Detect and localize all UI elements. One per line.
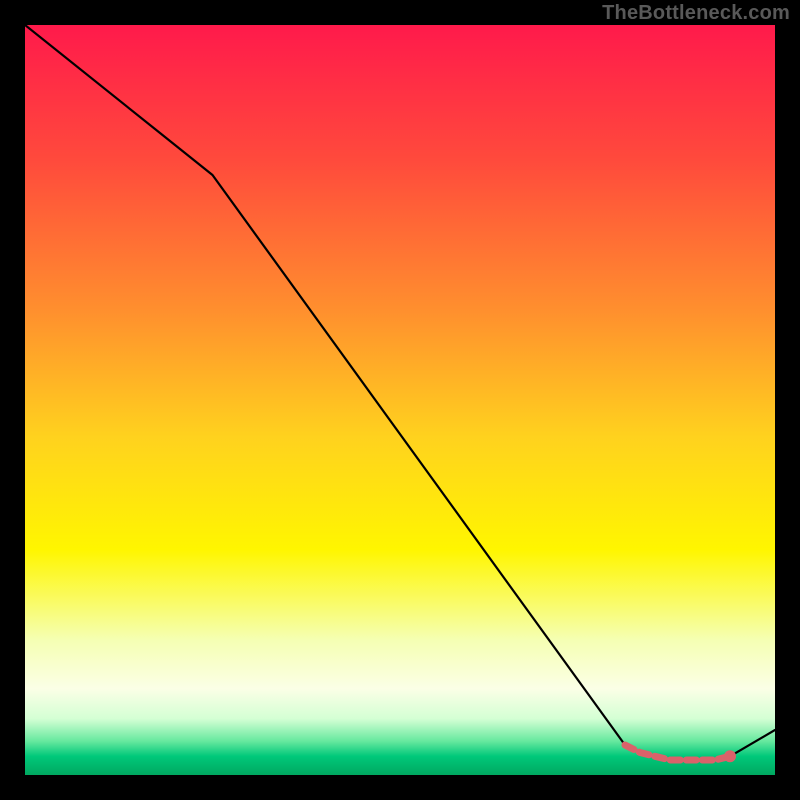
gradient-background [25, 25, 775, 775]
chart-stage: TheBottleneck.com [0, 0, 800, 800]
watermark-label: TheBottleneck.com [602, 2, 790, 25]
chart-svg [25, 25, 775, 775]
plot-area [25, 25, 775, 775]
highlight-dot [724, 750, 736, 762]
